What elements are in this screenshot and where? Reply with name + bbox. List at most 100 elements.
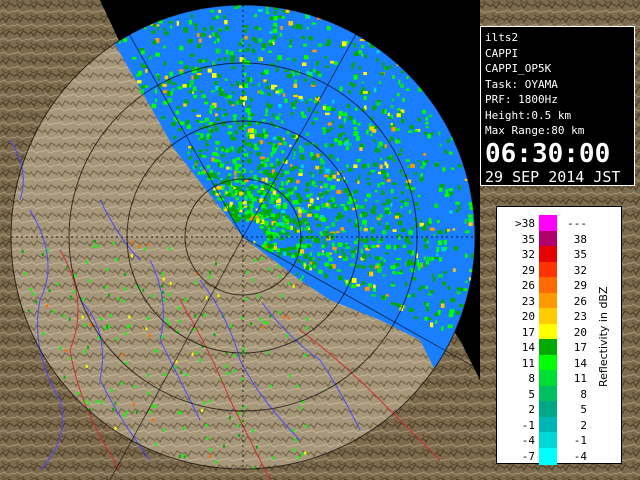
echo-cell xyxy=(253,129,257,134)
echo-cell xyxy=(343,117,347,123)
clutter-cell xyxy=(233,354,236,358)
echo-cell xyxy=(381,192,386,196)
echo-cell xyxy=(345,280,348,284)
echo-cell xyxy=(286,58,290,61)
echo-cell xyxy=(298,95,303,100)
echo-cell xyxy=(409,262,415,266)
echo-cell xyxy=(457,164,462,168)
echo-cell xyxy=(370,133,373,137)
clutter-cell xyxy=(133,403,135,407)
echo-cell xyxy=(306,222,310,226)
echo-cell xyxy=(231,84,234,87)
echo-cell xyxy=(333,61,338,65)
echo-cell xyxy=(190,13,194,19)
echo-cell xyxy=(390,284,396,287)
clutter-cell xyxy=(279,275,282,278)
echo-cell xyxy=(228,101,234,105)
echo-cell xyxy=(399,148,403,153)
echo-cell xyxy=(400,228,406,233)
echo-cell xyxy=(392,182,397,185)
echo-cell xyxy=(410,187,416,190)
echo-cell xyxy=(273,245,277,250)
clutter-cell xyxy=(209,270,211,274)
clutter-cell xyxy=(168,247,171,250)
echo-cell xyxy=(432,277,436,282)
echo-cell xyxy=(257,83,261,87)
echo-cell xyxy=(224,78,228,81)
echo-cell xyxy=(436,220,440,224)
echo-cell xyxy=(151,103,157,109)
echo-cell xyxy=(268,43,273,46)
echo-cell xyxy=(249,170,253,173)
echo-cell xyxy=(378,213,383,218)
echo-cell xyxy=(178,127,182,132)
echo-cell xyxy=(305,199,310,202)
legend-swatch xyxy=(539,416,557,434)
echo-cell xyxy=(279,33,283,37)
echo-cell xyxy=(281,16,285,19)
echo-cell xyxy=(141,50,145,55)
echo-cell xyxy=(253,185,258,189)
clutter-cell xyxy=(178,319,181,323)
clutter-cell xyxy=(143,247,146,251)
clutter-cell xyxy=(124,332,127,336)
echo-cell xyxy=(465,280,468,284)
clutter-cell xyxy=(73,289,76,293)
echo-cell xyxy=(425,126,429,129)
echo-cell xyxy=(323,103,327,106)
echo-cell xyxy=(140,85,146,89)
clutter-cell xyxy=(224,364,227,368)
echo-cell xyxy=(382,62,385,67)
echo-cell xyxy=(436,253,439,257)
clutter-cell xyxy=(230,324,233,328)
echo-cell xyxy=(267,142,273,145)
echo-cell xyxy=(430,322,434,328)
echo-cell xyxy=(263,210,269,215)
legend-swatch xyxy=(539,215,557,232)
echo-cell xyxy=(267,234,273,239)
echo-cell xyxy=(311,156,317,161)
echo-cell xyxy=(211,190,216,195)
echo-cell xyxy=(204,101,209,105)
echo-cell xyxy=(198,58,203,62)
clutter-cell xyxy=(109,314,112,317)
echo-cell xyxy=(313,117,319,121)
legend-upper-bound: 14 xyxy=(573,356,587,370)
echo-cell xyxy=(257,166,261,170)
legend-upper-bound: 29 xyxy=(573,279,587,292)
echo-cell xyxy=(282,141,287,146)
echo-cell xyxy=(404,202,409,207)
echo-cell xyxy=(257,142,261,145)
echo-cell xyxy=(262,243,266,247)
echo-cell xyxy=(348,90,352,94)
echo-cell xyxy=(353,127,358,131)
echo-cell xyxy=(290,112,294,116)
clutter-cell xyxy=(208,275,211,279)
echo-cell xyxy=(229,185,235,188)
echo-cell xyxy=(190,80,194,85)
clutter-cell xyxy=(123,273,126,276)
echo-cell xyxy=(240,207,244,210)
clutter-cell xyxy=(163,298,166,302)
echo-cell xyxy=(230,166,233,170)
clutter-cell xyxy=(238,411,241,415)
echo-cell xyxy=(448,312,454,318)
echo-cell xyxy=(245,188,248,191)
echo-cell xyxy=(241,117,247,120)
echo-cell xyxy=(303,78,308,82)
echo-cell xyxy=(447,286,451,290)
echo-cell xyxy=(376,49,380,54)
echo-cell xyxy=(281,120,284,124)
echo-cell xyxy=(310,68,313,72)
clutter-cell xyxy=(81,315,84,319)
echo-cell xyxy=(273,22,278,27)
legend-row: 20 23 xyxy=(497,308,597,325)
echo-cell xyxy=(318,73,322,77)
echo-cell xyxy=(354,240,358,244)
echo-cell xyxy=(378,141,383,147)
echo-cell xyxy=(423,131,428,135)
echo-cell xyxy=(313,100,317,104)
echo-cell xyxy=(381,189,384,193)
clutter-cell xyxy=(306,326,308,330)
echo-cell xyxy=(243,125,248,128)
